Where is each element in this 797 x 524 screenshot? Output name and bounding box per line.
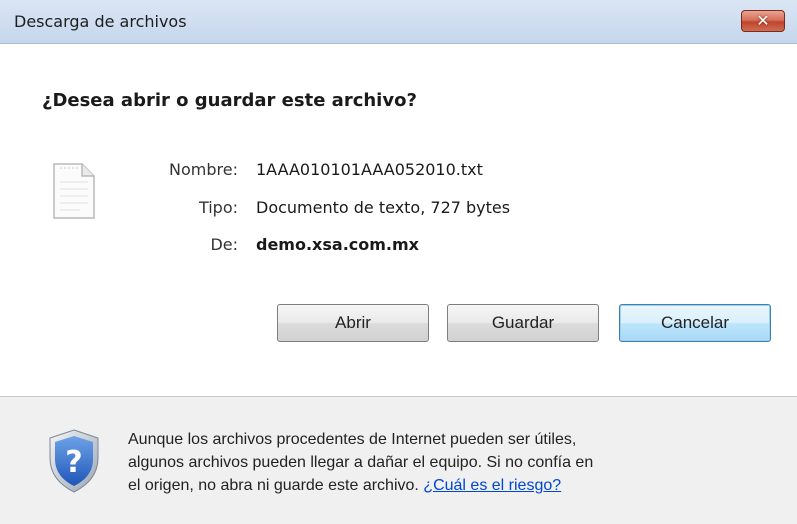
file-type-value: Documento de texto, 727 bytes — [256, 198, 511, 217]
open-button[interactable]: Abrir — [277, 304, 429, 342]
security-warning-text: Aunque los archivos procedentes de Inter… — [128, 428, 768, 497]
warning-line-2: algunos archivos pueden llegar a dañar e… — [128, 454, 594, 471]
file-name-label: Nombre: — [169, 160, 238, 179]
cancel-button[interactable]: Cancelar — [619, 304, 771, 342]
file-source-label: De: — [210, 235, 238, 254]
svg-text:?: ? — [65, 445, 82, 480]
security-shield-icon: ? — [49, 429, 99, 493]
risk-link[interactable]: ¿Cuál es el riesgo? — [423, 477, 561, 494]
text-file-icon — [53, 163, 95, 219]
file-type-label: Tipo: — [198, 198, 238, 217]
warning-line-3-text: el origen, no abra ni guarde este archiv… — [128, 477, 424, 494]
file-download-dialog: Descarga de archivos ✕ ¿Desea abrir o gu… — [0, 0, 797, 524]
window-title: Descarga de archivos — [14, 12, 187, 31]
dialog-question: ¿Desea abrir o guardar este archivo? — [42, 90, 417, 111]
save-button[interactable]: Guardar — [447, 304, 599, 342]
title-bar[interactable]: Descarga de archivos ✕ — [0, 0, 797, 44]
file-name-value: 1AAA010101AAA052010.txt — [256, 160, 483, 179]
close-button[interactable]: ✕ — [741, 10, 785, 32]
warning-line-3: el origen, no abra ni guarde este archiv… — [128, 474, 768, 497]
file-source-value: demo.xsa.com.mx — [256, 235, 419, 254]
close-icon: ✕ — [756, 11, 770, 30]
warning-line-1: Aunque los archivos procedentes de Inter… — [128, 431, 577, 448]
